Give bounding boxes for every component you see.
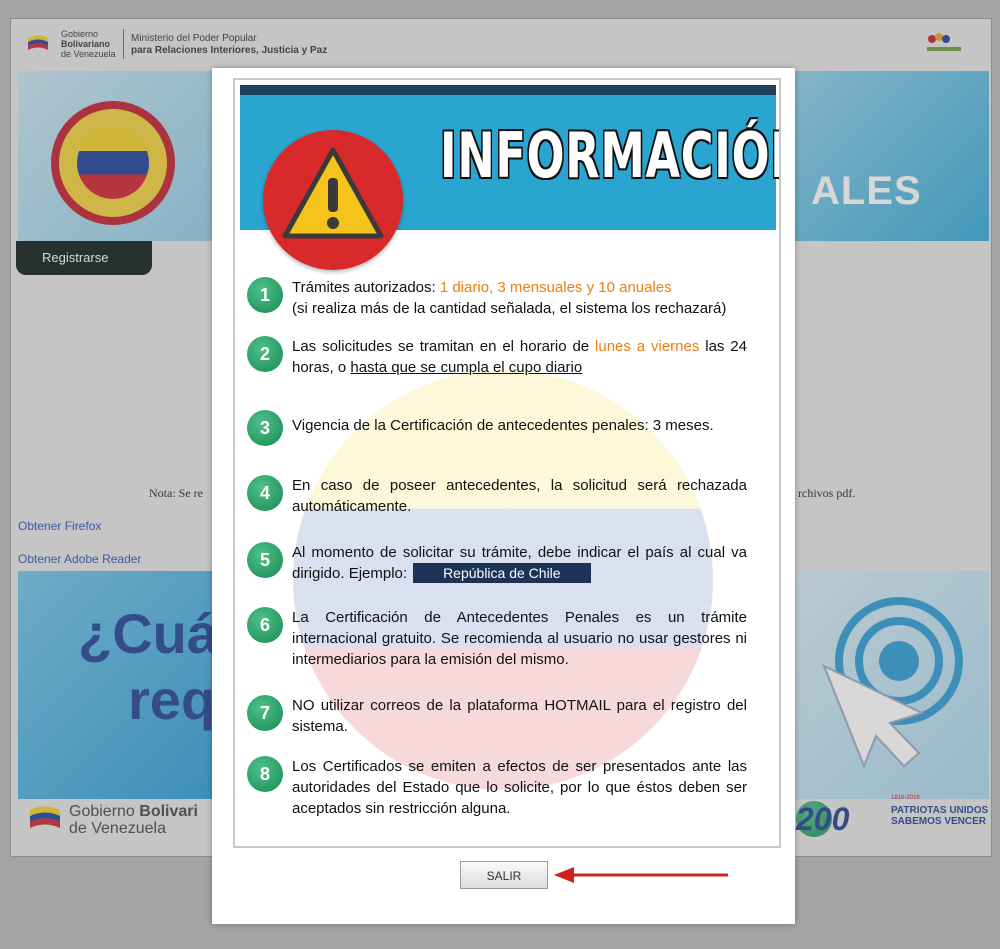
step-number-badge: 1 (247, 277, 283, 313)
step-number-badge: 8 (247, 756, 283, 792)
step-number-badge: 7 (247, 695, 283, 731)
step-number-badge: 6 (247, 607, 283, 643)
information-title: INFORMACIÓN (440, 119, 781, 192)
step-number-badge: 5 (247, 542, 283, 578)
information-card: INFORMACIÓN 1 Trámites autorizados: 1 di… (233, 78, 781, 848)
example-country-field: República de Chile (413, 563, 591, 583)
warning-badge (263, 130, 403, 270)
exit-button[interactable]: SALIR (460, 861, 548, 889)
step-number-badge: 2 (247, 336, 283, 372)
information-modal: INFORMACIÓN 1 Trámites autorizados: 1 di… (212, 68, 795, 924)
step-number-badge: 4 (247, 475, 283, 511)
warning-icon (282, 147, 384, 239)
step-number-badge: 3 (247, 410, 283, 446)
red-arrow-icon (554, 867, 728, 883)
